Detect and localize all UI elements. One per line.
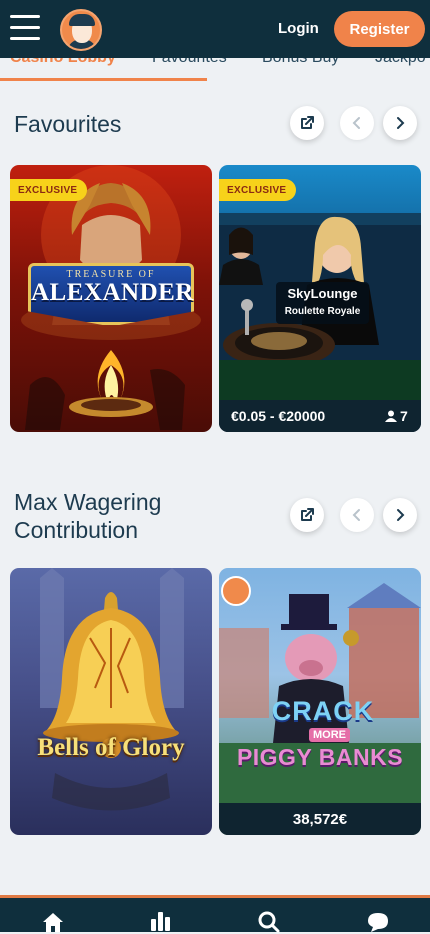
search-icon[interactable]	[256, 910, 282, 934]
bottom-navigation	[0, 895, 430, 934]
external-link-icon	[301, 508, 314, 521]
game-logo: SkyLounge Roulette Royale	[276, 282, 369, 324]
game-card-sky-lounge[interactable]: EXCLUSIVE SkyLounge Roulette Royale €0.0…	[219, 165, 421, 432]
game-title-top: CRACK	[271, 696, 375, 726]
game-title: Bells of Glory	[37, 734, 185, 761]
provider-logo	[221, 576, 251, 606]
open-section-button[interactable]	[290, 498, 324, 532]
stats-icon[interactable]	[147, 909, 173, 933]
section-title-max-wagering: Max Wagering Contribution	[14, 489, 162, 543]
chevron-left-icon	[352, 117, 360, 129]
game-card-treasure-of-alexander[interactable]: EXCLUSIVE TREASURE OF ALEXANDER	[10, 165, 212, 432]
top-bar: Login Register	[0, 0, 430, 58]
external-link-icon	[301, 116, 314, 129]
bet-limits: €0.05 - €20000	[231, 408, 326, 424]
site-logo[interactable]	[60, 9, 102, 51]
section-title-favourites: Favourites	[14, 111, 122, 137]
game-subtitle: Roulette Royale	[284, 306, 361, 317]
jackpot-bar: 38,572€	[219, 803, 421, 835]
login-button[interactable]: Login	[278, 20, 319, 37]
game-title-main: ALEXANDER	[31, 279, 194, 306]
scroll-next-button[interactable]	[383, 106, 417, 140]
table-info-bar: €0.05 - €20000 7	[219, 400, 421, 432]
jackpot-amount: 38,572€	[292, 810, 348, 828]
scroll-next-button[interactable]	[383, 498, 417, 532]
user-icon	[385, 410, 397, 422]
player-count: 7	[400, 408, 408, 424]
game-title-mid: MORE	[309, 728, 350, 742]
game-logo-plate: TREASURE OF ALEXANDER	[28, 263, 194, 325]
game-card-bells-of-glory[interactable]: Bells of Glory	[10, 568, 212, 835]
game-title-main: PIGGY BANKS	[236, 744, 404, 770]
home-icon[interactable]	[40, 910, 66, 934]
chevron-right-icon	[397, 509, 405, 521]
game-artwork	[40, 568, 184, 811]
active-tab-indicator	[0, 78, 207, 81]
chevron-left-icon	[352, 509, 360, 521]
exclusive-badge: EXCLUSIVE	[10, 179, 88, 201]
open-section-button[interactable]	[290, 106, 324, 140]
game-brand: SkyLounge	[287, 286, 358, 301]
hamburger-icon[interactable]	[10, 15, 40, 41]
scroll-prev-button[interactable]	[340, 498, 374, 532]
chevron-right-icon	[397, 117, 405, 129]
register-button[interactable]: Register	[334, 11, 425, 47]
scroll-prev-button[interactable]	[340, 106, 374, 140]
game-card-crack-more-piggy-banks[interactable]: CRACK MORE PIGGY BANKS 38,572€	[219, 568, 421, 835]
exclusive-badge: EXCLUSIVE	[219, 179, 297, 201]
chat-icon[interactable]	[365, 910, 391, 934]
